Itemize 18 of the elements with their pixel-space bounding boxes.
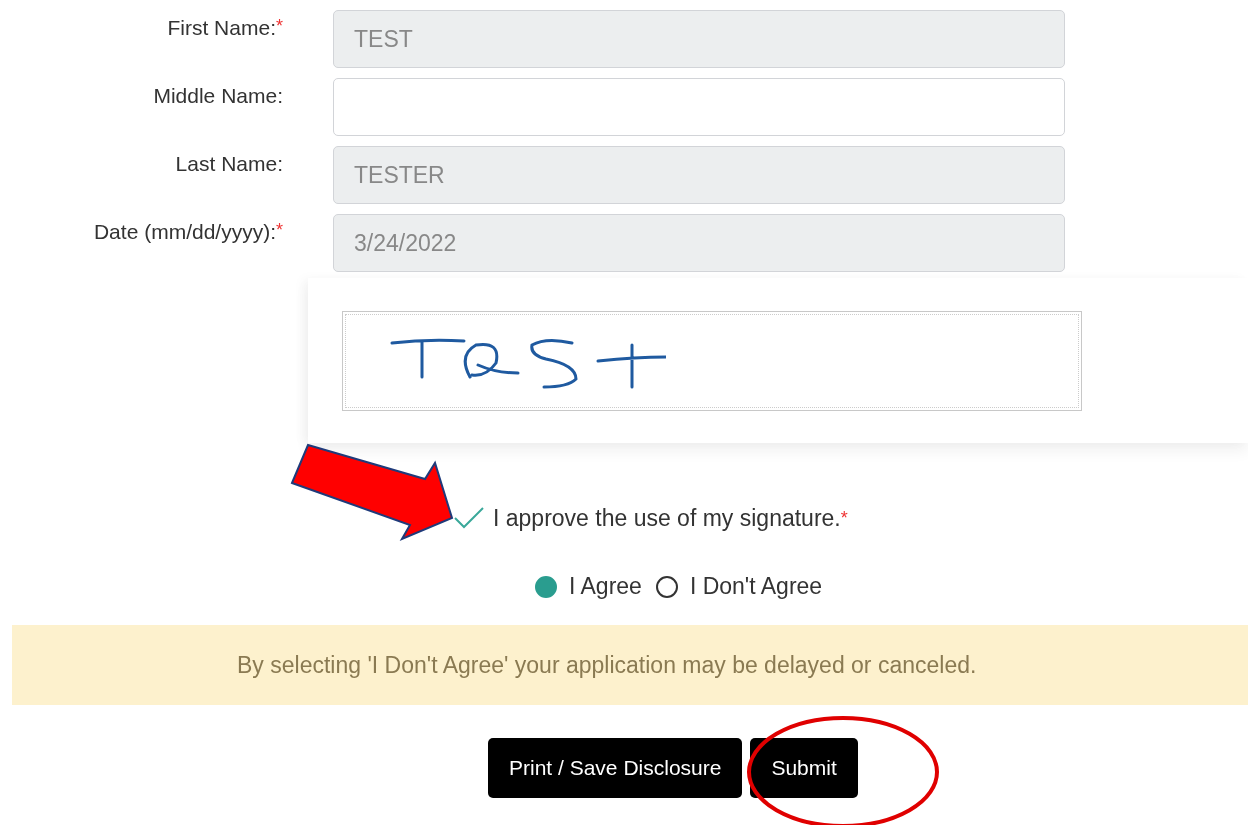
radio-label[interactable]: I Agree: [569, 573, 642, 600]
required-mark: *: [276, 220, 283, 240]
field-label: Date (mm/dd/yyyy):: [93, 220, 276, 243]
field-label: Middle Name:: [153, 84, 283, 107]
print-button[interactable]: Print / Save Disclosure: [488, 738, 743, 798]
required-mark: *: [840, 507, 848, 528]
radio-button[interactable]: [535, 575, 557, 598]
radio-label[interactable]: I Don't Agree: [689, 573, 823, 600]
submit-button[interactable]: Submit: [750, 738, 858, 798]
check-icon[interactable]: [453, 506, 485, 530]
signature-pad[interactable]: [342, 311, 1082, 411]
approval-label: I approve the use of my signature.: [493, 504, 841, 532]
field-label: Last Name:: [175, 152, 283, 175]
radio-button[interactable]: [655, 575, 678, 598]
text-field[interactable]: [333, 78, 1065, 136]
field-label: First Name:: [167, 16, 276, 39]
notice-text: By selecting 'I Don't Agree' your application may be delayed or canceled.: [237, 651, 977, 679]
required-mark: *: [276, 16, 283, 36]
